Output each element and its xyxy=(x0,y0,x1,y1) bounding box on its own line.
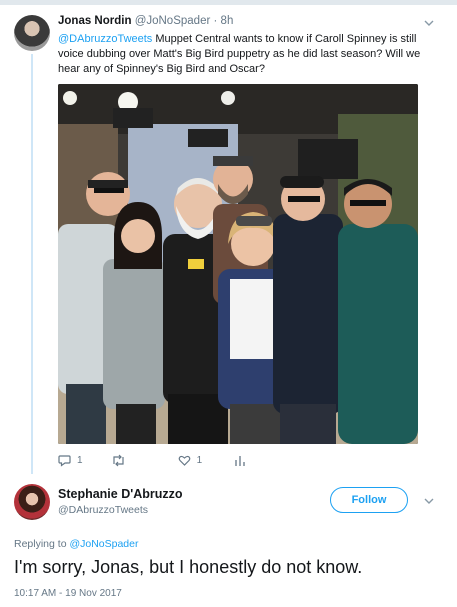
reply-button[interactable]: 1 xyxy=(58,454,83,467)
reply-icon xyxy=(58,454,71,467)
avatar[interactable] xyxy=(14,484,50,520)
mention-link[interactable]: @DAbruzzoTweets xyxy=(58,33,152,45)
replying-to-link[interactable]: @JoNoSpader xyxy=(69,538,138,550)
chevron-down-icon[interactable] xyxy=(424,496,434,506)
avatar[interactable] xyxy=(14,15,50,51)
tweet-photo[interactable] xyxy=(58,84,418,444)
separator: · xyxy=(213,15,218,27)
tweet-actions: 1 1 xyxy=(58,452,246,468)
retweet-button[interactable] xyxy=(111,454,132,467)
analytics-button[interactable] xyxy=(234,454,246,467)
tweet-text: I'm sorry, Jonas, but I honestly do not … xyxy=(14,557,363,577)
replying-prefix: Replying to xyxy=(14,538,67,550)
replying-to: Replying to @JoNoSpader xyxy=(14,538,138,550)
like-count: 1 xyxy=(196,454,203,466)
group-photo-icon xyxy=(58,84,418,444)
chevron-down-icon[interactable] xyxy=(424,18,434,28)
tweet-text: @DAbruzzoTweets Muppet Central wants to … xyxy=(58,32,438,77)
reply-count: 1 xyxy=(77,454,83,466)
tweet-header: Jonas Nordin @JoNoSpader · 8h xyxy=(58,15,233,27)
author-handle[interactable]: @JoNoSpader xyxy=(135,15,211,27)
heart-icon xyxy=(178,455,190,466)
author-name[interactable]: Stephanie D'Abruzzo xyxy=(58,487,183,501)
tweet-timestamp[interactable]: 10:17 AM - 19 Nov 2017 xyxy=(14,588,122,599)
retweet-icon xyxy=(112,454,124,466)
author-handle[interactable]: @DAbruzzoTweets xyxy=(58,504,148,516)
analytics-icon xyxy=(235,455,245,466)
thread-line xyxy=(31,54,33,474)
like-button[interactable]: 1 xyxy=(178,454,203,467)
top-border xyxy=(0,0,457,5)
follow-button[interactable]: Follow xyxy=(330,487,408,513)
tweet-time[interactable]: 8h xyxy=(221,15,234,27)
author-name[interactable]: Jonas Nordin xyxy=(58,15,131,27)
